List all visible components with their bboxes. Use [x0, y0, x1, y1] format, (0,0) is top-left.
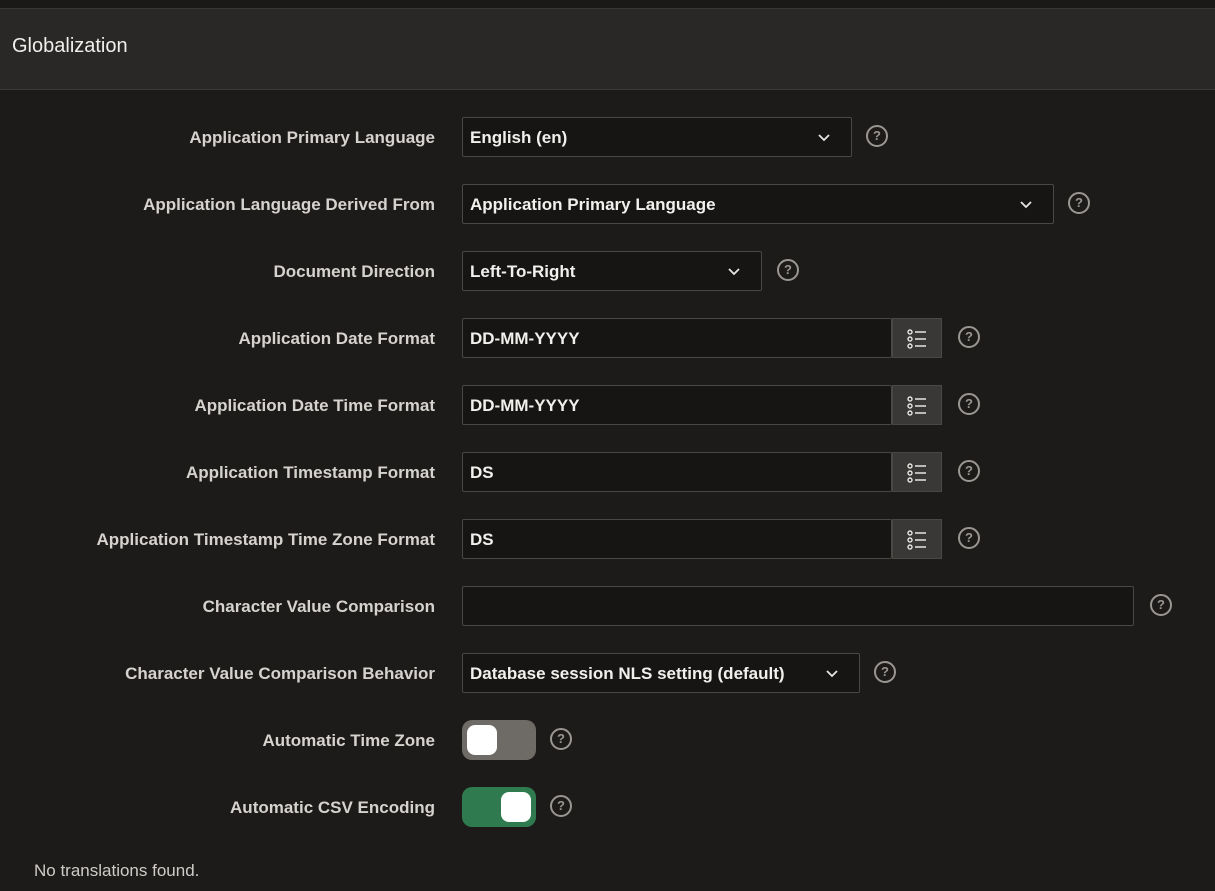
timestamp-format-value: DS	[470, 463, 494, 482]
document-direction-value: Left-To-Right	[470, 262, 576, 281]
primary-language-value: English (en)	[470, 128, 568, 147]
help-icon[interactable]: ?	[550, 795, 572, 817]
row-timestamp-format: Application Timestamp Format DS ?	[0, 452, 1215, 494]
row-date-time-format: Application Date Time Format DD-MM-YYYY …	[0, 385, 1215, 427]
automatic-csv-encoding-label: Automatic CSV Encoding	[230, 798, 435, 817]
row-char-value-comparison-behavior: Character Value Comparison Behavior Data…	[0, 653, 1215, 695]
date-time-format-value: DD-MM-YYYY	[470, 396, 580, 415]
help-icon[interactable]: ?	[1150, 594, 1172, 616]
automatic-csv-encoding-toggle[interactable]	[462, 787, 536, 827]
help-icon[interactable]: ?	[866, 125, 888, 147]
primary-language-select[interactable]: English (en)	[462, 117, 852, 157]
row-automatic-csv-encoding: Automatic CSV Encoding ?	[0, 787, 1215, 829]
row-char-value-comparison: Character Value Comparison ?	[0, 586, 1215, 628]
chevron-down-icon	[818, 134, 830, 142]
list-icon	[907, 396, 926, 416]
language-derived-from-value: Application Primary Language	[470, 195, 716, 214]
row-language-derived-from: Application Language Derived From Applic…	[0, 184, 1215, 226]
help-icon[interactable]: ?	[958, 326, 980, 348]
help-icon[interactable]: ?	[958, 460, 980, 482]
row-date-format: Application Date Format DD-MM-YYYY ?	[0, 318, 1215, 360]
language-derived-from-label: Application Language Derived From	[143, 195, 435, 214]
timestamp-tz-format-value: DS	[470, 530, 494, 549]
document-direction-label: Document Direction	[273, 262, 435, 281]
timestamp-tz-format-input[interactable]: DS	[462, 519, 892, 559]
row-primary-language: Application Primary Language English (en…	[0, 117, 1215, 159]
char-value-comparison-input[interactable]	[462, 586, 1134, 626]
date-format-input[interactable]: DD-MM-YYYY	[462, 318, 892, 358]
no-translations-message: No translations found.	[34, 861, 200, 880]
document-direction-select[interactable]: Left-To-Right	[462, 251, 762, 291]
date-time-format-input[interactable]: DD-MM-YYYY	[462, 385, 892, 425]
row-document-direction: Document Direction Left-To-Right ?	[0, 251, 1215, 293]
char-value-comparison-label: Character Value Comparison	[202, 597, 435, 616]
help-icon[interactable]: ?	[1068, 192, 1090, 214]
char-value-comparison-behavior-value: Database session NLS setting (default)	[470, 664, 785, 683]
date-time-format-list-button[interactable]	[892, 385, 942, 425]
timestamp-format-label: Application Timestamp Format	[185, 463, 435, 482]
timestamp-tz-format-list-button[interactable]	[892, 519, 942, 559]
toggle-knob	[501, 792, 531, 822]
row-automatic-time-zone: Automatic Time Zone ?	[0, 720, 1215, 762]
help-icon[interactable]: ?	[874, 661, 896, 683]
automatic-time-zone-toggle[interactable]	[462, 720, 536, 760]
date-format-list-button[interactable]	[892, 318, 942, 358]
list-icon	[907, 530, 926, 550]
help-icon[interactable]: ?	[958, 393, 980, 415]
char-value-comparison-behavior-select[interactable]: Database session NLS setting (default)	[462, 653, 860, 693]
help-icon[interactable]: ?	[777, 259, 799, 281]
timestamp-tz-format-label: Application Timestamp Time Zone Format	[96, 530, 435, 549]
list-icon	[907, 463, 926, 483]
automatic-time-zone-label: Automatic Time Zone	[262, 731, 435, 750]
date-format-label: Application Date Format	[238, 329, 435, 348]
panel-header: Globalization	[0, 9, 1215, 90]
chevron-down-icon	[728, 268, 740, 276]
timestamp-format-input[interactable]: DS	[462, 452, 892, 492]
chevron-down-icon	[1020, 201, 1032, 209]
globalization-panel: Globalization Application Primary Langua…	[0, 8, 1215, 891]
language-derived-from-select[interactable]: Application Primary Language	[462, 184, 1054, 224]
char-value-comparison-behavior-label: Character Value Comparison Behavior	[125, 664, 435, 683]
list-icon	[907, 329, 926, 349]
row-timestamp-tz-format: Application Timestamp Time Zone Format D…	[0, 519, 1215, 561]
primary-language-label: Application Primary Language	[189, 128, 435, 147]
date-format-value: DD-MM-YYYY	[470, 329, 580, 348]
chevron-down-icon	[826, 670, 838, 678]
timestamp-format-list-button[interactable]	[892, 452, 942, 492]
date-time-format-label: Application Date Time Format	[194, 396, 435, 415]
panel-title: Globalization	[12, 35, 128, 57]
help-icon[interactable]: ?	[550, 728, 572, 750]
help-icon[interactable]: ?	[958, 527, 980, 549]
toggle-knob	[467, 725, 497, 755]
